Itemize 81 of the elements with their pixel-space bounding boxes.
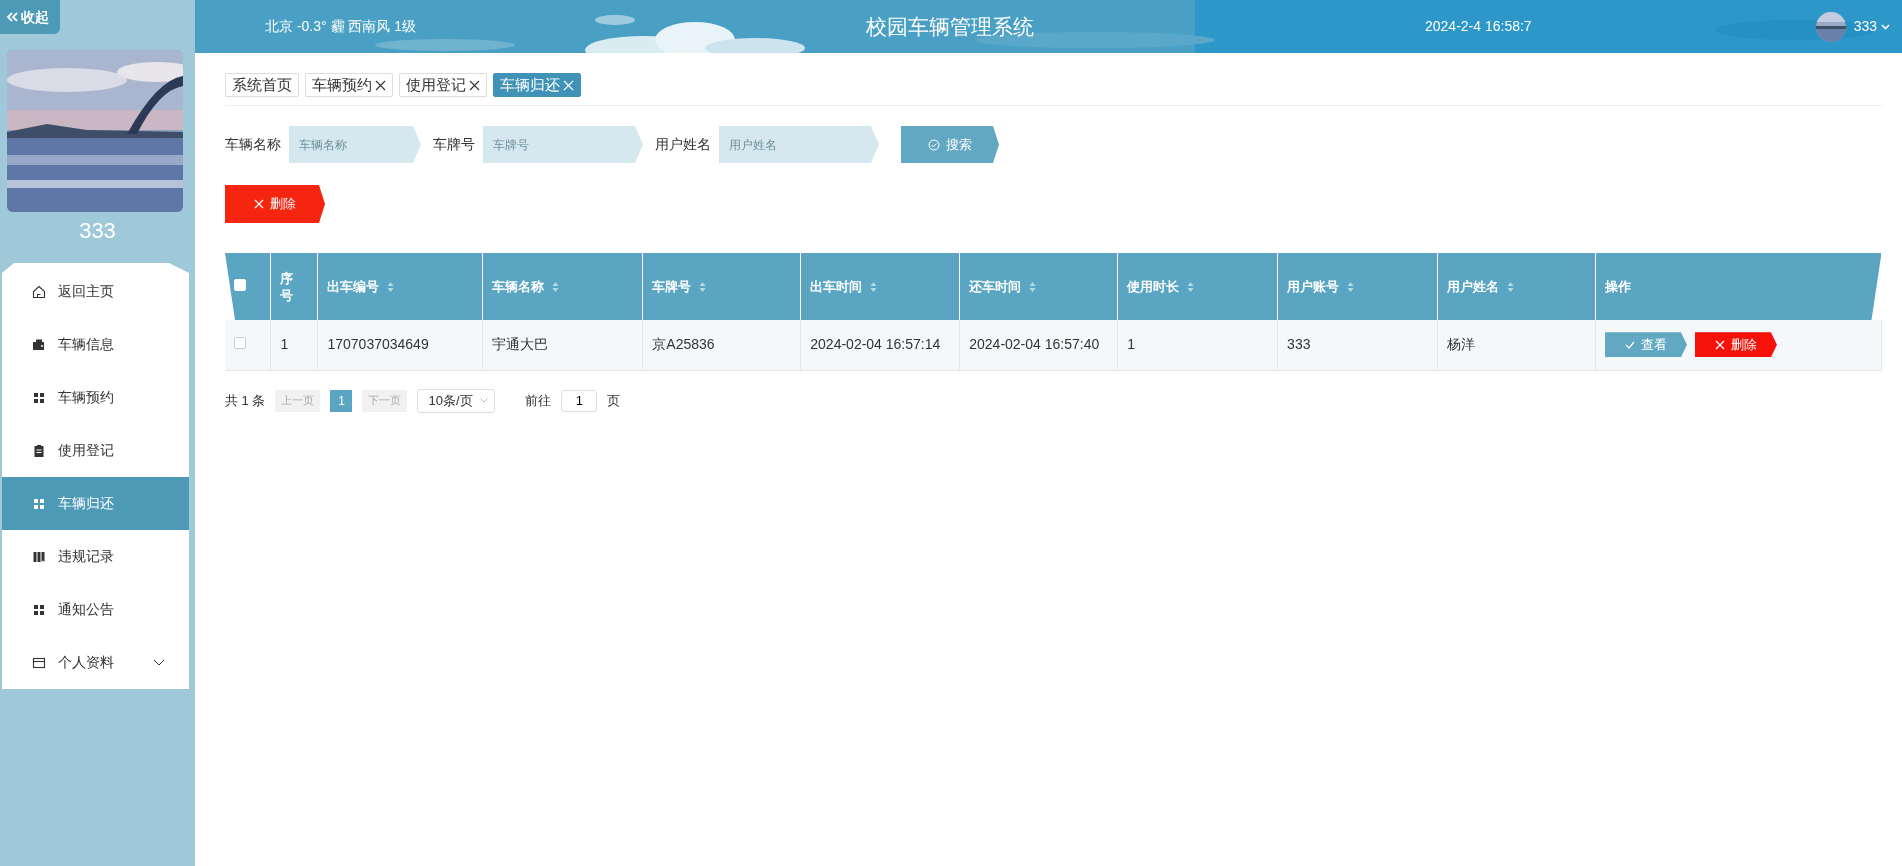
chevron-down-icon (1881, 23, 1890, 30)
sidebar-item[interactable]: 通知公告 (2, 583, 189, 636)
page-button[interactable]: 1 (330, 389, 353, 412)
page-input[interactable]: 1 (561, 389, 598, 412)
column-header[interactable]: 操作 (1604, 276, 1631, 297)
input-field[interactable]: 车辆名称 (289, 126, 421, 163)
collapse-button[interactable]: 收起 (0, 0, 60, 34)
user-menu[interactable]: 333 (1853, 16, 1890, 37)
username: 333 (79, 217, 116, 245)
chevron-down-icon (480, 398, 489, 403)
sort-icon (552, 280, 560, 293)
page-size-select[interactable]: 10条/页 (417, 388, 496, 413)
sidebar-item[interactable]: 个人资料 (2, 636, 189, 689)
table-cell: 2024-02-04 16:57:14 (810, 336, 941, 353)
app-title: 校园车辆管理系统 (865, 13, 1035, 40)
table-cell: 1707037034649 (327, 336, 429, 353)
sort-icon (1187, 280, 1195, 293)
goto-label: 前往 (525, 391, 552, 410)
close-icon (375, 79, 386, 91)
delete-button[interactable]: 删除 (225, 185, 325, 223)
sort-icon (870, 280, 878, 293)
table-cell: 杨洋 (1447, 336, 1475, 353)
card-icon (32, 655, 46, 670)
clipboard-icon (32, 443, 46, 458)
input-field[interactable]: 用户姓名 (719, 126, 879, 163)
column-header[interactable]: 使用时长 (1127, 276, 1195, 297)
filter-label: 用户姓名 (655, 135, 711, 154)
sidebar-item[interactable]: 车辆预约 (2, 371, 189, 424)
sort-icon (387, 280, 395, 293)
filter-label: 车辆名称 (225, 135, 281, 154)
sidebar-item[interactable]: 违规记录 (2, 530, 189, 583)
sidebar-item[interactable]: 车辆归还 (2, 477, 189, 530)
page-suffix: 页 (607, 391, 621, 410)
table-cell: 2024-02-04 16:57:40 (969, 336, 1100, 353)
column-header[interactable]: 出车时间 (810, 276, 878, 297)
double-chevron-icon (6, 11, 18, 23)
column-header[interactable]: 用户账号 (1287, 276, 1355, 297)
grid-icon (32, 390, 46, 405)
close-icon (563, 79, 574, 91)
check-circle-icon (928, 138, 940, 151)
sidebar-item[interactable]: 使用登记 (2, 424, 189, 477)
grid-icon (32, 602, 46, 617)
tab[interactable]: 车辆预约 (305, 73, 393, 97)
delete-button[interactable]: 删除 (1694, 332, 1777, 358)
close-icon (254, 199, 264, 209)
table-cell: 京A25836 (652, 336, 715, 353)
column-header[interactable]: 序号 (280, 270, 295, 305)
input-field[interactable]: 车牌号 (483, 126, 643, 163)
sort-icon (1347, 280, 1355, 293)
column-header[interactable]: 还车时间 (969, 276, 1037, 297)
tab[interactable]: 系统首页 (225, 73, 299, 97)
table-cell: 1 (280, 336, 289, 353)
home-icon (32, 284, 46, 299)
sort-icon (699, 280, 707, 293)
row-checkbox[interactable] (234, 337, 246, 350)
column-header[interactable]: 车辆名称 (492, 276, 560, 297)
date-time: 2024-2-4 16:58:7 (1424, 17, 1532, 36)
view-button[interactable]: 查看 (1604, 332, 1687, 358)
tab[interactable]: 车辆归还 (493, 73, 581, 97)
book-icon (32, 549, 46, 564)
sort-icon (1507, 280, 1514, 293)
wallet-icon (32, 337, 46, 352)
close-icon (469, 79, 480, 91)
table-cell: 1 (1127, 336, 1135, 353)
tab[interactable]: 使用登记 (399, 73, 487, 97)
column-header[interactable]: 车牌号 (652, 276, 707, 297)
total-count: 共 1 条 (225, 391, 266, 410)
select-all-checkbox[interactable] (234, 278, 246, 291)
search-button[interactable]: 搜索 (901, 126, 999, 163)
sidebar-item[interactable]: 返回主页 (2, 265, 189, 318)
close-icon (1714, 339, 1725, 350)
sidebar-item[interactable]: 车辆信息 (2, 318, 189, 371)
column-header[interactable]: 用户姓名 (1447, 276, 1514, 297)
filter-label: 车牌号 (433, 135, 475, 154)
sort-icon (1029, 280, 1037, 293)
weather-text: 北京 -0.3° 霾 西南风 1级 (264, 17, 418, 36)
grid-icon (32, 496, 46, 511)
table-cell: 333 (1287, 336, 1311, 353)
check-icon (1624, 339, 1635, 350)
table-cell: 宇通大巴 (492, 336, 549, 353)
column-header[interactable]: 出车编号 (327, 276, 395, 297)
